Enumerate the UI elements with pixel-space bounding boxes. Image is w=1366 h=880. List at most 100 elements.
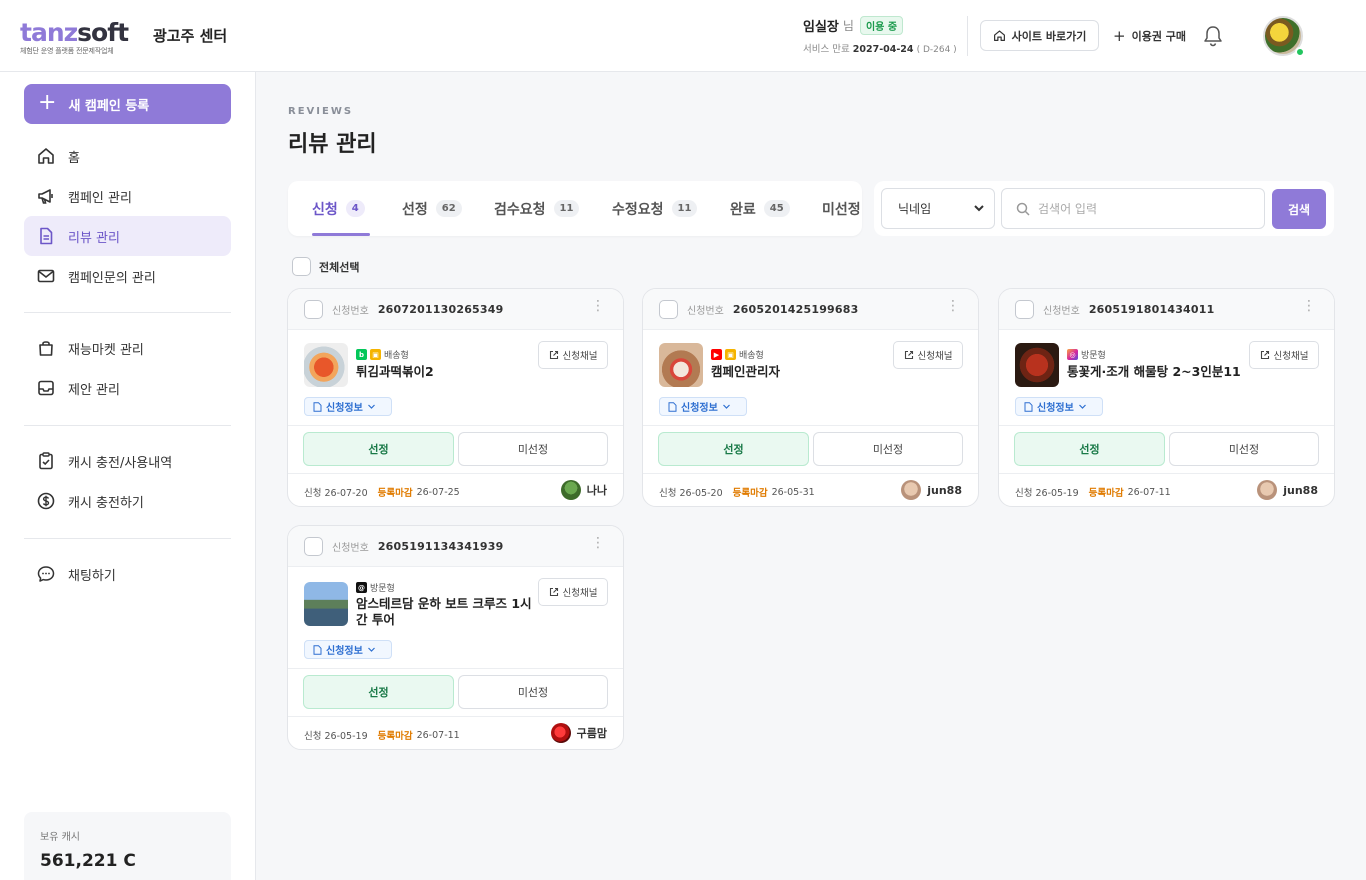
sidebar-item-campaign-inquiry[interactable]: 캠페인문의 관리 <box>24 256 231 296</box>
logo[interactable]: tanzsoft 체험단 운영 플랫폼 전문제작업체 <box>20 20 129 56</box>
sidebar-item-proposals[interactable]: 제안 관리 <box>24 368 231 408</box>
card-checkbox[interactable] <box>1015 299 1034 319</box>
sidebar-divider <box>24 538 231 539</box>
sidebar-item-talent-market[interactable]: 재능마켓 관리 <box>24 328 231 368</box>
application-info-button[interactable]: 신청정보 <box>659 397 747 416</box>
tab-review-request[interactable]: 검수요청 11 <box>494 181 580 236</box>
expiry-date: 2027-04-24 <box>852 44 914 55</box>
card-checkbox[interactable] <box>659 299 678 319</box>
card-divider <box>288 668 623 669</box>
site-shortcut-button[interactable]: 사이트 바로가기 <box>980 20 1099 51</box>
active-tab-indicator <box>312 233 370 236</box>
card-divider <box>288 716 623 717</box>
review-card: 신청번호 2605191134341939 ⋮ @ 방문형 암스테르담 운하 보… <box>287 525 624 750</box>
status-tabs: 신청 4 선정 62 검수요청 11 수정요청 11 완료 45 미선정 <box>288 181 862 236</box>
more-options-icon[interactable]: ⋮ <box>946 299 960 313</box>
more-options-icon[interactable]: ⋮ <box>1302 299 1316 313</box>
sidebar-item-home[interactable]: 홈 <box>24 136 231 176</box>
reviewer[interactable]: jun88 <box>901 480 962 500</box>
reviewer[interactable]: 구름맘 <box>550 723 607 743</box>
search-input[interactable] <box>1038 201 1238 216</box>
external-link-icon <box>904 350 913 360</box>
avatar <box>560 480 581 500</box>
sidebar-item-label: 캐시 충전/사용내역 <box>68 455 173 471</box>
inbox-icon <box>38 380 54 396</box>
select-all-checkbox[interactable] <box>292 257 311 276</box>
reviewer-name: 나나 <box>586 484 607 497</box>
campaign-type-label: 방문형 <box>1081 351 1106 361</box>
deadline-label: 등록마감 <box>377 731 413 742</box>
card-checkbox[interactable] <box>304 299 323 319</box>
online-status-dot <box>1295 47 1305 57</box>
tab-applied[interactable]: 신청 4 <box>312 181 365 236</box>
sidebar-item-label: 캠페인 관리 <box>68 190 132 206</box>
new-campaign-button[interactable]: + 새 캠페인 등록 <box>24 84 231 124</box>
tab-selected[interactable]: 선정 62 <box>402 181 462 236</box>
chat-bubble-icon <box>37 566 55 582</box>
bell-icon[interactable] <box>1202 24 1224 52</box>
review-channel-icon: ▣ <box>370 349 381 360</box>
tab-completed[interactable]: 완료 45 <box>730 181 790 236</box>
select-all[interactable]: 전체선택 <box>292 257 359 276</box>
plus-icon: + <box>1113 26 1126 45</box>
sidebar-item-reviews[interactable]: 리뷰 관리 <box>24 216 231 256</box>
search-type-value: 닉네임 <box>898 202 932 216</box>
clipboard-check-icon <box>39 452 53 470</box>
tab-not-selected[interactable]: 미선정 <box>822 181 861 236</box>
select-button[interactable]: 선정 <box>303 675 454 709</box>
unselect-button[interactable]: 미선정 <box>458 432 608 466</box>
select-button[interactable]: 선정 <box>303 432 454 466</box>
sidebar-item-cash-history[interactable]: 캐시 충전/사용내역 <box>24 441 231 481</box>
channel-button[interactable]: 신청채널 <box>538 341 608 369</box>
reviewer[interactable]: jun88 <box>1257 480 1318 500</box>
channel-button[interactable]: 신청채널 <box>893 341 963 369</box>
apply-date: 신청 26-05-19 <box>304 731 368 742</box>
chevron-down-icon <box>367 647 375 652</box>
application-info-button[interactable]: 신청정보 <box>304 640 392 659</box>
select-all-label: 전체선택 <box>319 260 360 274</box>
review-channel-icon: ▣ <box>725 349 736 360</box>
unselect-button[interactable]: 미선정 <box>1169 432 1319 466</box>
application-number-label: 신청번호 <box>332 542 369 554</box>
unselect-button[interactable]: 미선정 <box>458 675 608 709</box>
shopping-bag-icon <box>39 341 53 356</box>
buy-pass-button[interactable]: + 이용권 구매 <box>1113 20 1186 51</box>
channel-button[interactable]: 신청채널 <box>538 578 608 606</box>
more-options-icon[interactable]: ⋮ <box>591 536 605 550</box>
application-info-button[interactable]: 신청정보 <box>304 397 392 416</box>
chevron-down-icon <box>367 404 375 409</box>
card-checkbox[interactable] <box>304 536 323 556</box>
sidebar-item-cash-charge[interactable]: 캐시 충전하기 <box>24 481 231 521</box>
application-info-label: 신청정보 <box>326 403 363 414</box>
application-info-button[interactable]: 신청정보 <box>1015 397 1103 416</box>
campaign-type: ◎ 방문형 <box>1067 348 1106 361</box>
sidebar-item-label: 홈 <box>68 150 80 166</box>
application-info-label: 신청정보 <box>1037 403 1074 414</box>
unselect-button[interactable]: 미선정 <box>813 432 963 466</box>
application-number-label: 신청번호 <box>687 305 724 317</box>
document-icon <box>313 644 322 655</box>
select-button[interactable]: 선정 <box>1014 432 1165 466</box>
select-button[interactable]: 선정 <box>658 432 809 466</box>
search-type-select[interactable]: 닉네임 <box>881 188 995 229</box>
card-divider <box>643 425 978 426</box>
avatar <box>1257 480 1278 500</box>
campaign-type: @ 방문형 <box>356 581 395 594</box>
cash-balance-value: 561,221 C <box>40 851 136 871</box>
search-field[interactable] <box>1001 188 1265 229</box>
campaign-type-label: 방문형 <box>370 584 395 594</box>
sidebar-item-label: 재능마켓 관리 <box>68 342 144 358</box>
channel-button[interactable]: 신청채널 <box>1249 341 1319 369</box>
tab-revision-request[interactable]: 수정요청 11 <box>612 181 698 236</box>
sidebar-item-chat[interactable]: 채팅하기 <box>24 554 231 594</box>
reviewer[interactable]: 나나 <box>560 480 607 500</box>
sidebar-item-campaign[interactable]: 캠페인 관리 <box>24 176 231 216</box>
campaign-thumbnail <box>304 582 348 626</box>
search-button[interactable]: 검색 <box>1272 189 1326 229</box>
external-link-icon <box>549 350 558 360</box>
review-card: 신청번호 2607201130265349 ⋮ b ▣ 배송형 튀김과떡볶이2 … <box>287 288 624 507</box>
apply-date: 신청 26-05-20 <box>659 488 723 499</box>
more-options-icon[interactable]: ⋮ <box>591 299 605 313</box>
logo-subtitle: 체험단 운영 플랫폼 전문제작업체 <box>20 47 114 55</box>
card-dates: 신청 26-05-19 등록마감 26-07-11 <box>304 728 460 743</box>
